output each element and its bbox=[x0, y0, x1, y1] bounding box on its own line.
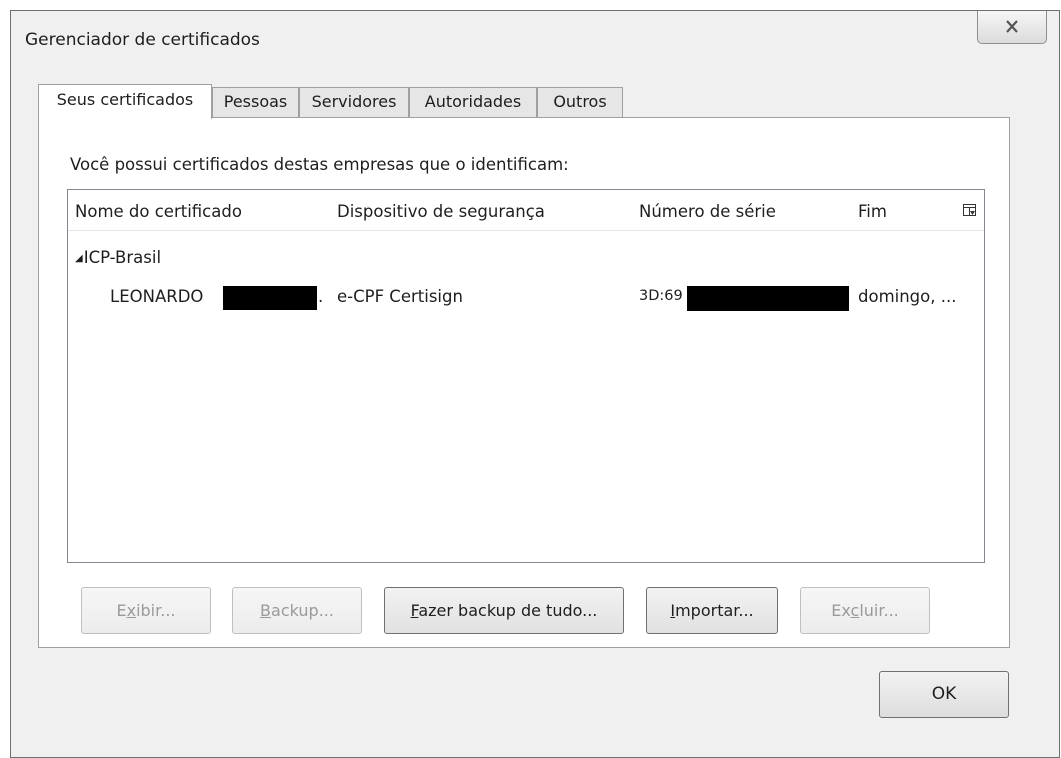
tab-autoridades[interactable]: Autoridades bbox=[409, 87, 537, 117]
group-label: ICP-Brasil bbox=[83, 248, 162, 267]
column-end[interactable]: Fim bbox=[858, 202, 887, 221]
device-cell: e-CPF Certisign bbox=[337, 287, 463, 306]
column-header: Nome do certificado Dispositivo de segur… bbox=[68, 190, 984, 231]
title-bar: Gerenciador de certificados bbox=[11, 11, 1059, 71]
certificate-tree[interactable]: Nome do certificado Dispositivo de segur… bbox=[67, 189, 985, 563]
column-picker-icon[interactable] bbox=[963, 204, 976, 217]
close-button[interactable] bbox=[977, 11, 1047, 44]
backup-button[interactable]: Backup... bbox=[232, 587, 362, 634]
ok-button[interactable]: OK bbox=[879, 671, 1009, 718]
window-title: Gerenciador de certificados bbox=[25, 30, 260, 50]
tree-group-icp-brasil[interactable]: ◢ICP-Brasil bbox=[75, 248, 161, 267]
cert-name-suffix: . bbox=[318, 287, 324, 306]
expand-arrow-icon[interactable]: ◢ bbox=[75, 253, 83, 264]
close-icon bbox=[1006, 20, 1018, 33]
redaction-box bbox=[687, 286, 849, 311]
backup-all-button[interactable]: Fazer backup de tudo... bbox=[384, 587, 624, 634]
column-serial[interactable]: Número de série bbox=[639, 202, 776, 221]
redaction-box bbox=[223, 286, 317, 310]
tab-seus-certificados[interactable]: Seus certificados bbox=[38, 84, 212, 119]
tab-servidores[interactable]: Servidores bbox=[299, 87, 409, 117]
delete-button[interactable]: Excluir... bbox=[800, 587, 930, 634]
tab-pessoas[interactable]: Pessoas bbox=[212, 87, 299, 117]
cert-name-cell: LEONARDO bbox=[110, 287, 204, 306]
view-button[interactable]: Exibir... bbox=[81, 587, 211, 634]
import-button[interactable]: Importar... bbox=[646, 587, 778, 634]
serial-cell: 3D:69 bbox=[639, 288, 683, 304]
end-cell: domingo, ... bbox=[858, 287, 957, 306]
intro-text: Você possui certificados destas empresas… bbox=[70, 155, 569, 174]
column-name[interactable]: Nome do certificado bbox=[75, 202, 242, 221]
tab-outros[interactable]: Outros bbox=[537, 87, 623, 117]
tab-panel: Você possui certificados destas empresas… bbox=[38, 117, 1010, 648]
column-device[interactable]: Dispositivo de segurança bbox=[337, 202, 545, 221]
